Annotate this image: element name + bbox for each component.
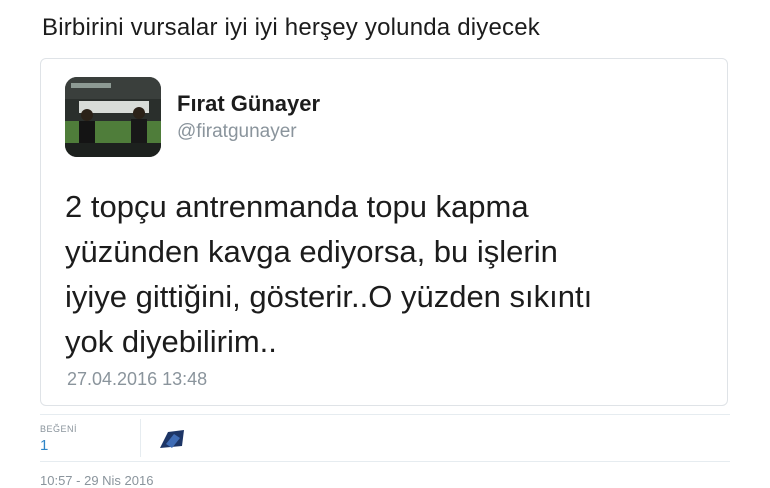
quoted-tweet-card[interactable]: Fırat Günayer @firatgunayer 2 topçu antr… bbox=[40, 58, 728, 406]
tweet-text: Birbirini vursalar iyi iyi herşey yolund… bbox=[42, 14, 540, 41]
tweet-stats: BEĞENİ 1 bbox=[40, 414, 730, 462]
profile-photo-icon bbox=[65, 77, 161, 157]
likes-count[interactable]: 1 bbox=[40, 437, 48, 454]
quoted-avatar[interactable] bbox=[65, 77, 161, 157]
stats-divider bbox=[140, 419, 141, 457]
liker-avatar-icon bbox=[156, 428, 188, 452]
likes-label: BEĞENİ bbox=[40, 424, 78, 434]
tweet-timestamp[interactable]: 10:57 - 29 Nis 2016 bbox=[40, 473, 153, 488]
quoted-timestamp: 27.04.2016 13:48 bbox=[67, 369, 208, 389]
quoted-display-name[interactable]: Fırat Günayer bbox=[177, 91, 320, 117]
quoted-handle[interactable]: @firatgunayer bbox=[177, 121, 297, 143]
quoted-tweet-text: 2 topçu antrenmanda topu kapma yüzünden … bbox=[65, 189, 593, 359]
liker-avatar[interactable] bbox=[156, 428, 188, 452]
